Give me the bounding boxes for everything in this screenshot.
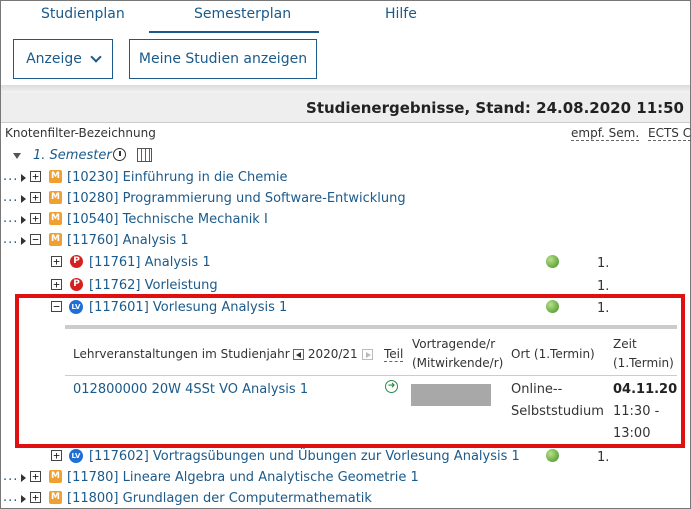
- semester-row[interactable]: 1. Semester: [1, 146, 690, 167]
- status-icon: [546, 255, 559, 268]
- highlight-frame: [15, 294, 685, 448]
- expand-plus-icon[interactable]: +: [30, 192, 41, 203]
- tree-row[interactable]: ... + M [11800] Grundlagen der Computerm…: [1, 489, 690, 509]
- active-tab-indicator: [149, 31, 319, 33]
- expand-plus-icon[interactable]: +: [51, 256, 62, 267]
- tree-row[interactable]: ... − M [11760] Analysis 1: [1, 231, 690, 252]
- expand-plus-icon[interactable]: +: [30, 171, 41, 182]
- tree-row[interactable]: ... + M [11780] Lineare Algebra und Anal…: [1, 468, 690, 489]
- tree-row[interactable]: ... + M [10230] Einführung in die Chemie: [1, 168, 690, 189]
- column-header: Knotenfilter-Bezeichnung empf. Sem. ECTS…: [1, 123, 691, 145]
- meine-studien-label: Meine Studien anzeigen: [138, 51, 308, 67]
- tree-row-label[interactable]: [10230] Einführung in die Chemie: [67, 170, 288, 185]
- pruefung-badge-icon: P: [70, 278, 83, 291]
- expand-arrow-icon[interactable]: [21, 216, 26, 224]
- tab-bar: Studienplan Semesterplan Hilfe: [1, 1, 690, 37]
- tab-studienplan[interactable]: Studienplan: [41, 6, 125, 22]
- tree-dots: ...: [3, 469, 19, 484]
- anzeige-button[interactable]: Anzeige: [13, 39, 113, 79]
- tree-row[interactable]: + P [11761] Analysis 1 1.: [1, 253, 690, 274]
- anzeige-label: Anzeige: [26, 51, 82, 67]
- tree-row-label[interactable]: [10540] Technische Mechanik I: [67, 212, 268, 227]
- expand-arrow-icon[interactable]: [21, 237, 26, 245]
- module-badge-icon: M: [49, 233, 62, 246]
- expand-plus-icon[interactable]: +: [30, 213, 41, 224]
- chevron-down-icon: [90, 50, 102, 63]
- semester-label: 1. Semester: [33, 148, 112, 163]
- tree-dots: ...: [3, 490, 19, 505]
- toolbar: Anzeige Meine Studien anzeigen: [1, 37, 690, 85]
- results-title: Studienergebnisse, Stand: 24.08.2020 11:…: [306, 99, 684, 117]
- module-badge-icon: M: [49, 170, 62, 183]
- tree-row[interactable]: + LV [117602] Vortragsübungen und Übunge…: [1, 447, 690, 468]
- module-badge-icon: M: [49, 491, 62, 504]
- expand-plus-icon[interactable]: +: [30, 471, 41, 482]
- sem-value: 1.: [597, 279, 610, 294]
- tree-row-label[interactable]: [11760] Analysis 1: [67, 233, 189, 248]
- expand-plus-icon[interactable]: +: [30, 492, 41, 503]
- pruefung-badge-icon: P: [70, 255, 83, 268]
- module-badge-icon: M: [49, 191, 62, 204]
- results-header: Studienergebnisse, Stand: 24.08.2020 11:…: [1, 93, 690, 123]
- meine-studien-button[interactable]: Meine Studien anzeigen: [129, 39, 317, 79]
- tree-row[interactable]: ... + M [10280] Programmierung und Softw…: [1, 189, 690, 210]
- expand-arrow-icon[interactable]: [21, 495, 26, 503]
- tree-row-label[interactable]: [117602] Vortragsübungen und Übungen zur…: [89, 449, 520, 464]
- tab-hilfe[interactable]: Hilfe: [385, 6, 417, 22]
- expand-plus-icon[interactable]: +: [51, 450, 62, 461]
- status-icon: [546, 449, 559, 462]
- expand-arrow-icon[interactable]: [21, 174, 26, 182]
- expand-plus-icon[interactable]: +: [51, 279, 62, 290]
- tree-row-label[interactable]: [10280] Programmierung und Software-Entw…: [67, 191, 406, 206]
- sem-value: 1.: [597, 256, 610, 271]
- expand-arrow-icon[interactable]: [21, 195, 26, 203]
- divider: [1, 85, 690, 93]
- tree-row-label[interactable]: [11800] Grundlagen der Computermathemati…: [67, 491, 372, 506]
- column-empf-sem[interactable]: empf. Sem.: [571, 126, 640, 141]
- expand-arrow-icon[interactable]: [21, 474, 26, 482]
- column-knoten: Knotenfilter-Bezeichnung: [5, 126, 156, 140]
- tree-dots: ...: [3, 169, 19, 184]
- tree-row-label[interactable]: [11762] Vorleistung: [89, 278, 218, 293]
- module-badge-icon: M: [49, 212, 62, 225]
- collapse-icon[interactable]: [13, 153, 21, 159]
- tree-row-label[interactable]: [11780] Lineare Algebra und Analytische …: [67, 470, 419, 485]
- tree-dots: ...: [3, 211, 19, 226]
- calendar-icon[interactable]: [137, 148, 152, 162]
- tree-row-label[interactable]: [11761] Analysis 1: [89, 255, 211, 270]
- tree-row[interactable]: ... + M [10540] Technische Mechanik I: [1, 210, 690, 231]
- column-ects[interactable]: ECTS Cr: [648, 126, 691, 141]
- tab-semesterplan[interactable]: Semesterplan: [194, 6, 291, 22]
- clock-icon[interactable]: [113, 148, 126, 161]
- sem-value: 1.: [597, 450, 610, 465]
- collapse-minus-icon[interactable]: −: [30, 234, 41, 245]
- lehrveranstaltung-badge-icon: LV: [69, 449, 83, 463]
- tree-dots: ...: [3, 190, 19, 205]
- tree-dots: ...: [3, 232, 19, 247]
- module-badge-icon: M: [49, 470, 62, 483]
